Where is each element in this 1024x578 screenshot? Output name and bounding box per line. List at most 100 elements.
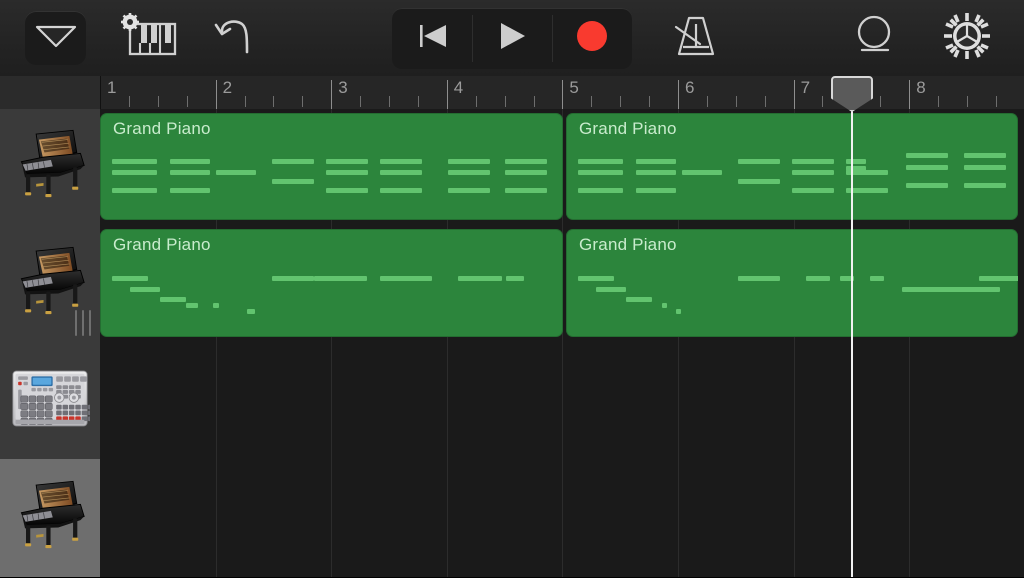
midi-note — [170, 188, 210, 193]
ruler-bar-line — [678, 80, 679, 109]
keyboard-gear-icon — [117, 12, 179, 64]
midi-note — [792, 188, 834, 193]
midi-note — [458, 276, 502, 281]
midi-note — [792, 170, 834, 175]
track-lane[interactable] — [100, 342, 1024, 459]
midi-note — [160, 297, 186, 302]
record-button[interactable] — [552, 8, 632, 69]
midi-note — [626, 297, 652, 302]
lane-bar-gridline — [447, 342, 448, 459]
track-list: Grand Piano Grand Piano Grand Piano Grand P… — [0, 109, 1024, 578]
midi-region[interactable]: Grand Piano — [566, 229, 1018, 337]
lane-bar-gridline — [562, 459, 563, 577]
ruler-bar-number: 2 — [222, 78, 233, 97]
midi-note — [380, 170, 422, 175]
undo-button[interactable] — [210, 14, 260, 62]
midi-note — [870, 276, 884, 281]
midi-note — [636, 170, 676, 175]
track-header[interactable] — [0, 459, 101, 577]
ruler-bar-number: 3 — [338, 78, 348, 97]
midi-note — [448, 170, 490, 175]
lane-bar-gridline — [678, 459, 679, 577]
metronome-button[interactable] — [668, 12, 724, 64]
lane-bar-gridline — [447, 459, 448, 577]
midi-note — [676, 309, 681, 314]
lane-bar-gridline — [794, 342, 795, 459]
rewind-button[interactable] — [392, 8, 472, 69]
navigation-disclosure-button[interactable] — [25, 11, 86, 65]
ruler-bar-number: 5 — [569, 78, 580, 97]
midi-region[interactable]: Grand Piano — [100, 229, 563, 337]
ruler-bar-number: 4 — [453, 78, 464, 97]
midi-note — [112, 188, 157, 193]
ruler-bar-number: 8 — [916, 78, 926, 97]
midi-note — [130, 287, 160, 292]
midi-note — [738, 179, 780, 184]
grand-piano-icon — [8, 480, 92, 557]
midi-note — [380, 276, 432, 281]
midi-note — [505, 170, 547, 175]
midi-note — [112, 159, 157, 164]
ruler-bar-line — [562, 80, 564, 109]
midi-note — [272, 276, 314, 281]
midi-note — [272, 159, 314, 164]
track-header[interactable] — [0, 342, 101, 459]
settings-button[interactable] — [938, 12, 996, 64]
track-grand-piano-3[interactable] — [0, 459, 1024, 578]
track-lane[interactable]: Grand Piano Grand Piano — [100, 109, 1024, 225]
midi-note — [806, 276, 830, 281]
lane-bar-gridline — [331, 342, 332, 459]
midi-note — [578, 170, 623, 175]
midi-note — [738, 159, 780, 164]
ruler-beat-tick — [707, 96, 708, 107]
midi-note — [448, 159, 490, 164]
instrument-settings-button[interactable] — [115, 12, 181, 64]
midi-note — [906, 153, 948, 158]
record-icon — [575, 19, 609, 58]
ruler-beat-tick — [389, 96, 390, 107]
midi-note — [380, 159, 422, 164]
midi-note — [979, 276, 1018, 281]
playhead[interactable] — [831, 76, 873, 577]
lane-bar-gridline — [216, 459, 217, 577]
midi-note — [272, 179, 314, 184]
play-button[interactable] — [472, 8, 552, 69]
transport-controls — [392, 8, 632, 69]
ruler-beat-tick — [620, 96, 621, 107]
midi-note — [326, 188, 368, 193]
triangle-down-icon — [34, 23, 78, 54]
midi-note — [662, 303, 667, 308]
midi-note — [506, 276, 524, 281]
midi-region[interactable]: Grand Piano — [566, 113, 1018, 220]
midi-note — [902, 287, 1000, 292]
loop-icon — [848, 12, 900, 65]
track-grand-piano-2[interactable]: Grand Piano Grand Piano — [0, 225, 1024, 343]
midi-region[interactable]: Grand Piano — [100, 113, 563, 220]
loop-browser-button[interactable] — [845, 12, 903, 64]
track-resize-grip[interactable] — [75, 310, 93, 336]
region-label: Grand Piano — [579, 119, 677, 138]
ruler-bar-line — [331, 80, 333, 109]
midi-note — [578, 159, 623, 164]
drum-machine-icon — [10, 364, 94, 438]
track-lane[interactable] — [100, 459, 1024, 577]
midi-note — [578, 276, 614, 281]
lane-bar-gridline — [562, 342, 563, 459]
midi-note — [505, 159, 547, 164]
ruler-beat-tick — [129, 96, 130, 107]
gear-icon — [942, 11, 992, 66]
track-header[interactable] — [0, 225, 101, 342]
midi-note — [186, 303, 198, 308]
lane-bar-gridline — [794, 459, 795, 577]
midi-note — [578, 188, 623, 193]
lane-bar-gridline — [331, 459, 332, 577]
midi-note — [112, 276, 148, 281]
ruler-bar-line — [446, 80, 448, 109]
track-drum-machine[interactable] — [0, 342, 1024, 460]
track-grand-piano-1[interactable]: Grand Piano Grand Piano — [0, 109, 1024, 226]
track-lane[interactable]: Grand Piano Grand Piano — [100, 225, 1024, 342]
midi-note — [170, 159, 210, 164]
ruler-beat-tick — [302, 96, 303, 107]
midi-note — [964, 165, 1006, 170]
track-header[interactable] — [0, 109, 101, 225]
